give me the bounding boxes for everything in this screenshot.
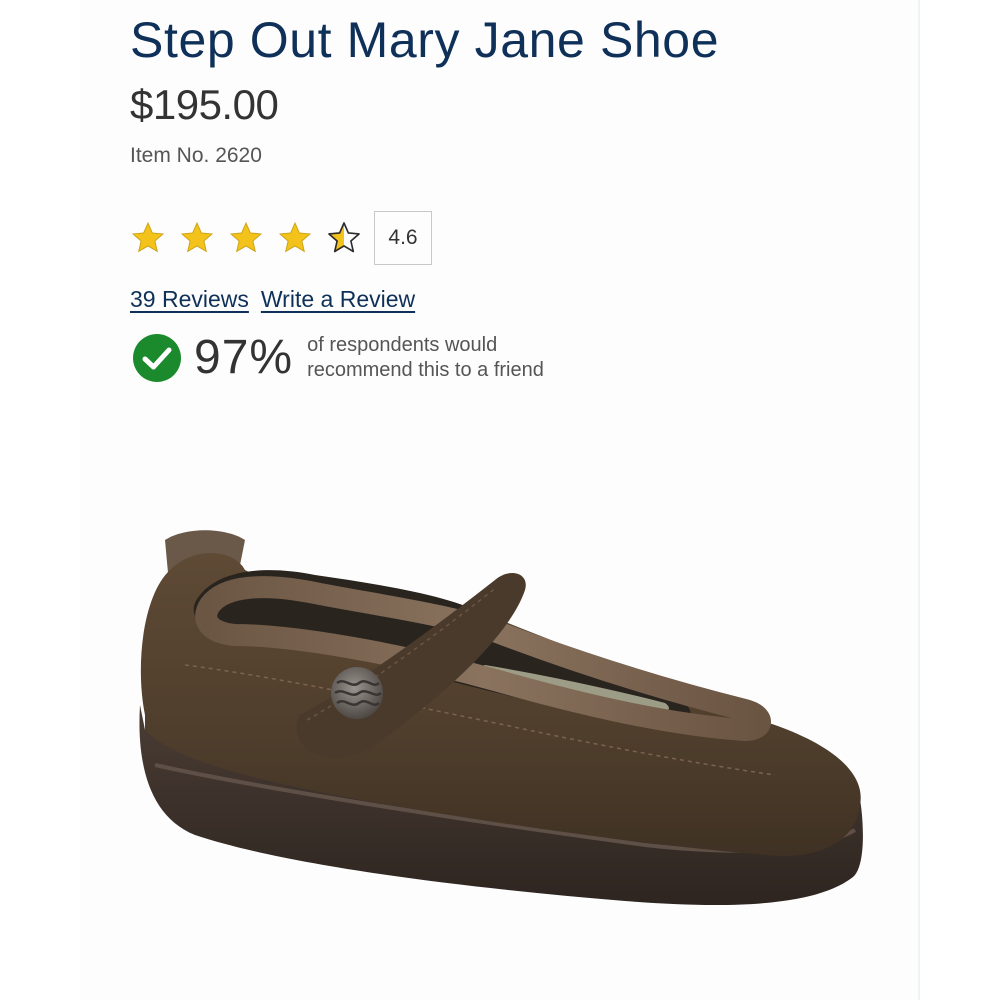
reviews-count-link[interactable]: 39 Reviews xyxy=(130,284,249,314)
rating-value-badge: 4.6 xyxy=(374,211,432,265)
recommend-text: of respondents would recommend this to a… xyxy=(307,334,544,381)
star-half-icon xyxy=(328,222,360,253)
page-edge-divider xyxy=(918,0,920,1000)
write-review-link[interactable]: Write a Review xyxy=(261,284,415,314)
rating-summary[interactable]: 4.6 xyxy=(130,210,432,266)
star-full-icon xyxy=(278,221,312,253)
recommendation-summary: 97% of respondents would recommend this … xyxy=(132,330,607,386)
product-price: $195.00 xyxy=(130,81,279,128)
star-rating xyxy=(130,220,362,256)
star-full-icon xyxy=(180,221,214,253)
star-full-icon xyxy=(229,221,263,253)
recommend-percent: 97% xyxy=(194,331,294,384)
item-number: Item No. 2620 xyxy=(130,144,262,167)
product-image[interactable] xyxy=(125,515,870,915)
star-full-icon xyxy=(131,221,165,253)
shoe-illustration xyxy=(139,530,863,906)
review-links: 39 Reviews Write a Review xyxy=(130,284,415,314)
check-circle-icon xyxy=(133,334,181,382)
product-title: Step Out Mary Jane Shoe xyxy=(130,12,720,68)
